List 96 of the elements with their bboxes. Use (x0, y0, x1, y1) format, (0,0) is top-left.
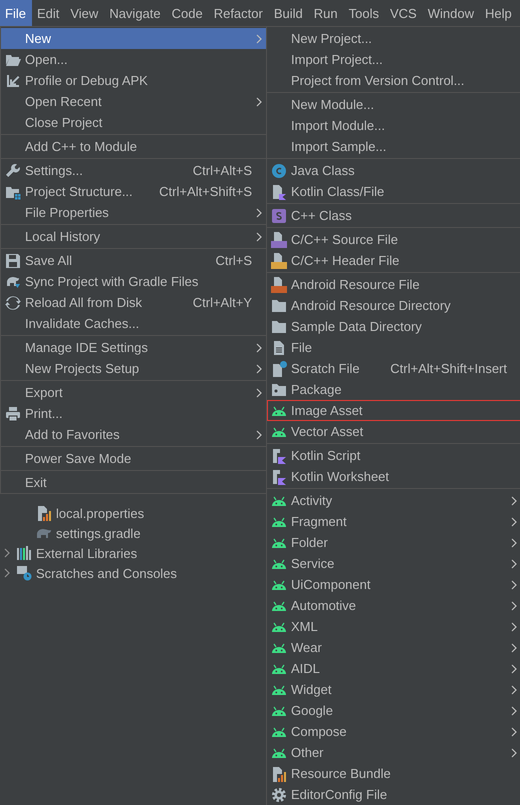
menu-item[interactable]: Android Resource File (267, 274, 520, 295)
tree-item[interactable]: local.properties (56, 506, 144, 520)
menu-item[interactable]: Open... (1, 49, 266, 70)
menu-bar-item[interactable]: Code (166, 0, 209, 26)
tree-item[interactable]: External Libraries (36, 546, 138, 560)
reload-icon (5, 294, 21, 310)
resource-file-icon (271, 276, 287, 292)
menu-item[interactable]: Sample Data Directory (267, 316, 520, 337)
menu-bar-item[interactable]: Window (422, 0, 480, 26)
menu-item[interactable]: Export (1, 382, 266, 403)
class-icon (271, 208, 287, 224)
menu-item[interactable]: C++ Class (267, 205, 520, 226)
menu-item[interactable]: Import Module... (267, 115, 520, 136)
menu-item[interactable]: Add to Favorites (1, 424, 266, 445)
menu-item[interactable]: Java Class (267, 160, 520, 181)
tree-item[interactable]: settings.gradle (56, 526, 141, 540)
file-icon (271, 340, 287, 356)
menu-item[interactable]: Resource Bundle (267, 763, 520, 784)
menu-item[interactable]: EditorConfig File (267, 784, 520, 805)
menu-bar-item[interactable]: Build (268, 0, 309, 26)
menu-item[interactable]: Print... (1, 403, 266, 424)
menu-item[interactable]: Project from Version Control... (267, 70, 520, 91)
menu-item[interactable]: Power Save Mode (1, 448, 266, 469)
menu-item[interactable]: Android Resource Directory (267, 295, 520, 316)
menu-bar-item[interactable]: File (0, 0, 32, 26)
tree-item[interactable]: Scratches and Consoles (36, 566, 177, 580)
menu-item[interactable]: Fragment (267, 511, 520, 532)
menu-item[interactable]: File Properties (1, 202, 266, 223)
menu-item[interactable]: Settings... Ctrl+Alt+S (1, 160, 266, 181)
menu-item[interactable]: Add C++ to Module (1, 136, 266, 157)
bar-chart-icon (36, 505, 52, 521)
arrow-icon (5, 72, 21, 88)
menu-item[interactable]: Invalidate Caches... (1, 313, 266, 334)
menu-bar-item[interactable]: Tools (344, 0, 385, 26)
package-icon (271, 382, 287, 398)
menu-item[interactable]: Scratch File Ctrl+Alt+Shift+Insert (267, 358, 520, 379)
menu-item[interactable]: New Project... (267, 28, 520, 49)
menu-bar-item[interactable]: Navigate (104, 0, 167, 26)
menu-item[interactable]: Widget (267, 679, 520, 700)
menu-bar-item[interactable]: Run (308, 0, 344, 26)
menu-item[interactable]: File (267, 337, 520, 358)
save-icon (5, 252, 21, 268)
menu-item[interactable]: Kotlin Class/File (267, 181, 520, 202)
menu-item[interactable]: Project Structure... Ctrl+Alt+Shift+S (1, 181, 266, 202)
menu-item[interactable]: Image Asset (267, 400, 520, 421)
menu-bar-item[interactable]: Refactor (208, 0, 269, 26)
kotlin-file-icon (271, 184, 287, 200)
menu-item[interactable]: Save All Ctrl+S (1, 250, 266, 271)
menu-item[interactable]: New Projects Setup (1, 358, 266, 379)
gear-icon (271, 786, 287, 802)
menu-item[interactable]: Profile or Debug APK (1, 70, 266, 91)
menu-item[interactable]: XML (267, 616, 520, 637)
menu-item[interactable]: Compose (267, 721, 520, 742)
bar-chart-icon (271, 766, 287, 782)
menu-bar-item[interactable]: Help (480, 0, 518, 26)
folder-icon (271, 318, 287, 334)
printer-icon (5, 406, 21, 422)
menu-item[interactable]: Google (267, 700, 520, 721)
menu-item[interactable]: Folder (267, 532, 520, 553)
header-file-icon (271, 252, 287, 268)
menu-item[interactable]: Open Recent (1, 91, 266, 112)
menu-item[interactable]: New (1, 28, 266, 49)
menu-item[interactable]: Manage IDE Settings (1, 337, 266, 358)
menu-item[interactable]: UiComponent (267, 574, 520, 595)
menu-item[interactable]: Sync Project with Gradle Files (1, 271, 266, 292)
menu-item[interactable]: Kotlin Worksheet (267, 466, 520, 487)
source-file-icon (271, 232, 287, 248)
menu-item[interactable]: Kotlin Script (267, 445, 520, 466)
menu-item[interactable]: Exit (1, 472, 266, 493)
menu-item[interactable]: Activity (267, 490, 520, 511)
menu-item[interactable]: Import Project... (267, 49, 520, 70)
menu-item[interactable]: Package (267, 379, 520, 400)
menu-item[interactable]: C/C++ Header File (267, 250, 520, 271)
menu-item[interactable]: Close Project (1, 112, 266, 133)
menu-item[interactable]: New Module... (267, 94, 520, 115)
menu-bar-item[interactable]: View (65, 0, 104, 26)
menu-item[interactable]: Reload All from Disk Ctrl+Alt+Y (1, 292, 266, 313)
menu-item[interactable]: Local History (1, 226, 266, 247)
menu-item[interactable]: Wear (267, 637, 520, 658)
wrench-icon (5, 162, 21, 178)
class-icon (271, 162, 287, 178)
library-icon (16, 545, 32, 561)
menu-item[interactable]: C/C++ Source File (267, 229, 520, 250)
kotlin-script-icon (271, 448, 287, 464)
menu-item[interactable]: Automotive (267, 595, 520, 616)
menu-bar-item[interactable]: Edit (32, 0, 66, 26)
folder-icon (271, 298, 287, 314)
console-icon (16, 565, 32, 581)
kotlin-script-icon (271, 468, 287, 484)
scratch-file-icon (271, 360, 287, 376)
menu-item[interactable]: Service (267, 553, 520, 574)
menu-item[interactable]: Import Sample... (267, 136, 520, 157)
menu-item[interactable]: Vector Asset (267, 421, 520, 442)
menu-item[interactable]: AIDL (267, 658, 520, 679)
menu-item[interactable]: Other (267, 742, 520, 763)
menu-bar-item[interactable]: VCS (384, 0, 423, 26)
